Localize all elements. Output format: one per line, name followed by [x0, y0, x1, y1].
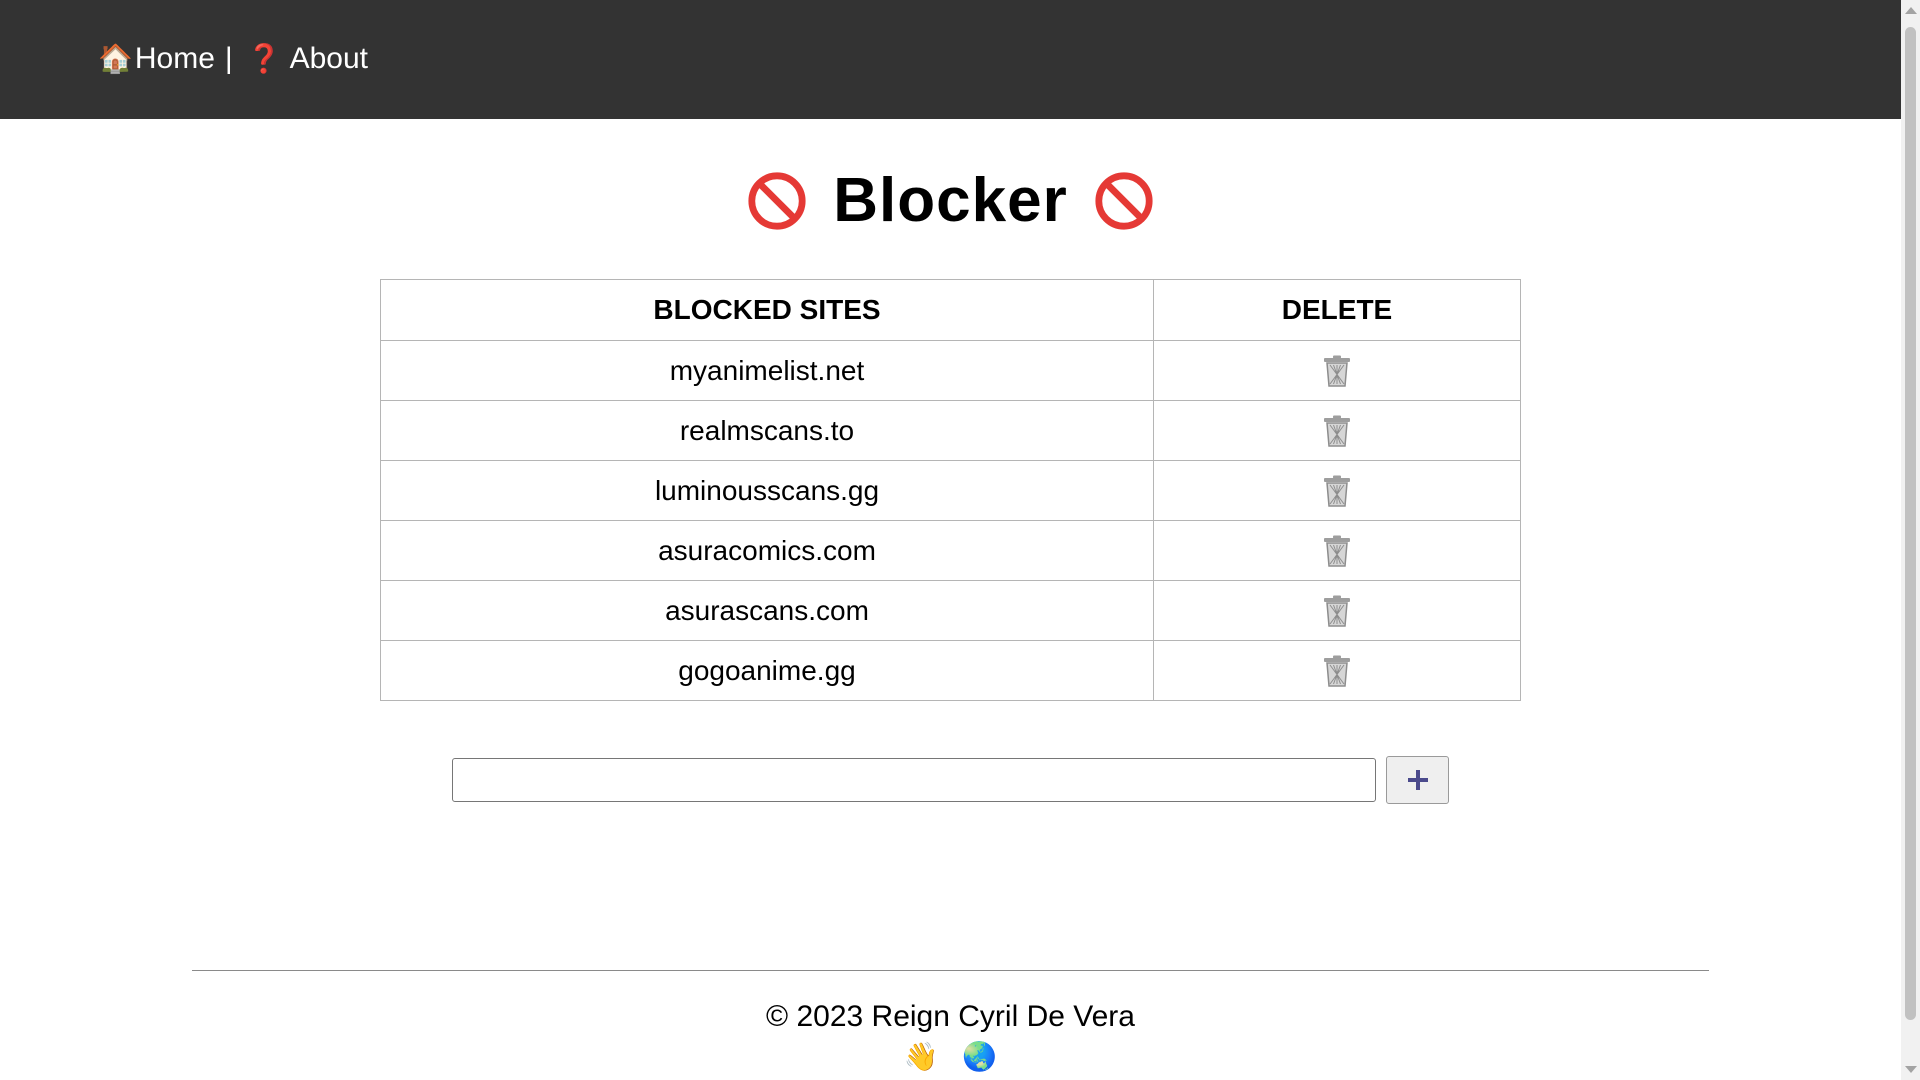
nav-about-label: About: [289, 41, 368, 75]
table-row: asuracomics.com: [380, 520, 1521, 581]
house-icon: 🏠: [98, 43, 133, 74]
blocked-site-cell: luminousscans.gg: [380, 460, 1154, 521]
footer-divider: [192, 970, 1709, 971]
nav-links: 🏠 Home | ❓ About: [98, 42, 368, 76]
footer-icons: 👋 🌏: [0, 1040, 1901, 1073]
delete-cell: [1153, 640, 1521, 701]
waving-hand-icon: 👋: [903, 1041, 939, 1072]
scrollbar-thumb[interactable]: [1905, 27, 1916, 1020]
delete-cell: [1153, 580, 1521, 641]
trash-icon[interactable]: [1322, 415, 1352, 448]
page-title: Blocker: [0, 165, 1901, 236]
trash-icon[interactable]: [1322, 535, 1352, 568]
vertical-scrollbar[interactable]: [1901, 0, 1920, 1080]
delete-cell: [1153, 400, 1521, 461]
delete-cell: [1153, 340, 1521, 401]
add-site-button[interactable]: [1386, 756, 1449, 804]
blocked-site-cell: gogoanime.gg: [380, 640, 1154, 701]
nav-home-link[interactable]: 🏠 Home: [98, 42, 215, 76]
no-entry-icon: [748, 171, 806, 230]
question-icon: ❓: [246, 43, 282, 74]
no-entry-icon: [1095, 171, 1153, 230]
trash-icon[interactable]: [1322, 475, 1352, 508]
blocked-site-cell: realmscans.to: [380, 400, 1154, 461]
blocked-sites-table: BLOCKED SITES DELETE myanimelist.net rea…: [380, 279, 1521, 701]
header-delete: DELETE: [1153, 279, 1521, 341]
table-body: myanimelist.net realmscans.to luminoussc…: [380, 340, 1521, 701]
title-text: Blocker: [833, 166, 1068, 235]
trash-icon[interactable]: [1322, 355, 1352, 388]
copyright-text: © 2023 Reign Cyril De Vera: [766, 1000, 1135, 1033]
nav-separator: |: [224, 41, 233, 75]
table-row: luminousscans.gg: [380, 460, 1521, 521]
blocked-site-cell: asurascans.com: [380, 580, 1154, 641]
globe-icon: 🌏: [962, 1041, 998, 1072]
nav-home-label: Home: [134, 41, 215, 75]
delete-cell: [1153, 460, 1521, 521]
trash-icon[interactable]: [1322, 655, 1352, 688]
blocked-site-cell: myanimelist.net: [380, 340, 1154, 401]
site-input[interactable]: [452, 758, 1376, 802]
table-row: realmscans.to: [380, 400, 1521, 461]
scroll-up-arrow-icon[interactable]: [1905, 7, 1917, 14]
table-row: gogoanime.gg: [380, 640, 1521, 701]
scroll-down-arrow-icon[interactable]: [1905, 1066, 1917, 1073]
trash-icon[interactable]: [1322, 595, 1352, 628]
table-row: myanimelist.net: [380, 340, 1521, 401]
plus-icon: [1407, 770, 1428, 790]
table-header-row: BLOCKED SITES DELETE: [380, 279, 1521, 341]
blocked-site-cell: asuracomics.com: [380, 520, 1154, 581]
delete-cell: [1153, 520, 1521, 581]
table-row: asurascans.com: [380, 580, 1521, 641]
page: 🏠 Home | ❓ About Blocker BLOCKED SITES D…: [0, 0, 1920, 1080]
nav-about-link[interactable]: ❓ About: [247, 42, 368, 76]
header-blocked-sites: BLOCKED SITES: [380, 279, 1154, 341]
top-navbar: 🏠 Home | ❓ About: [0, 0, 1901, 119]
